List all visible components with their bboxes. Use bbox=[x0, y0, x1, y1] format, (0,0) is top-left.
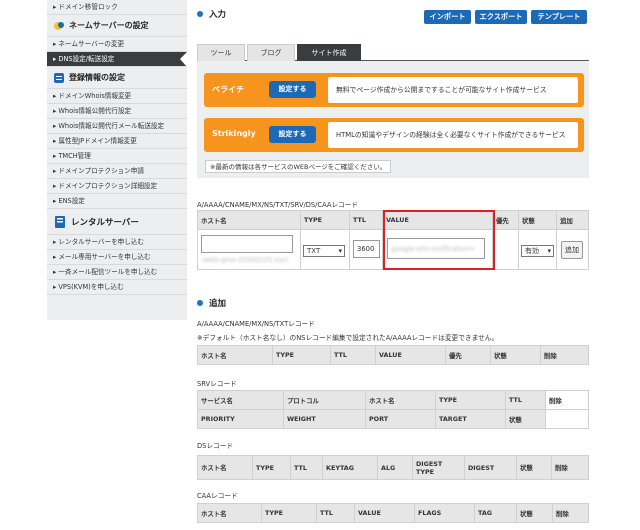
a-col: 削除 bbox=[540, 345, 589, 365]
sidebar-item-dns-settings[interactable]: ▸ DNS設定/転送設定 bbox=[47, 52, 187, 67]
sidebar-item-vps[interactable]: ▸ VPS(KVM)を申し込む bbox=[47, 280, 187, 295]
a-col: TYPE bbox=[272, 345, 331, 365]
sidebar-item-nameserver-change[interactable]: ▸ ネームサーバーの変更 bbox=[47, 37, 187, 52]
template-button[interactable]: テンプレート bbox=[531, 10, 587, 24]
add-section-title: 追加 bbox=[197, 297, 226, 309]
ttl-input[interactable]: 3600 bbox=[353, 240, 380, 258]
sidebar: ▸ ドメイン移管ロック ネームサーバーの設定 ▸ ネームサーバーの変更 ▸ DN… bbox=[47, 0, 187, 320]
a-record-table: ホスト名 TYPE TTL VALUE 優先 状態 削除 bbox=[197, 345, 589, 365]
service-card-strikingly: Strikingly 設定する HTMLの知識やデザインの経験は全く必要なくサイ… bbox=[204, 118, 584, 152]
srv-col: サービス名 bbox=[197, 390, 284, 410]
server-icon bbox=[53, 215, 67, 229]
caa-col: VALUE bbox=[354, 503, 415, 523]
ds-col: 削除 bbox=[551, 455, 589, 480]
caa-col: 削除 bbox=[552, 503, 589, 523]
ds-col: KEYTAG bbox=[322, 455, 378, 480]
ds-caption: DSレコード bbox=[197, 442, 234, 450]
col-ttl: TTL bbox=[349, 210, 383, 230]
srv-col: TTL bbox=[505, 390, 546, 410]
peraichi-setup-button[interactable]: 設定する bbox=[269, 81, 316, 98]
srv-col: 削除 bbox=[545, 390, 589, 410]
caa-col: TAG bbox=[474, 503, 517, 523]
caa-col: FLAGS bbox=[414, 503, 475, 523]
caa-col: TYPE bbox=[261, 503, 317, 523]
sidebar-item-ens[interactable]: ▸ ENS設定 bbox=[47, 194, 187, 209]
srv-table: サービス名 プロトコル ホスト名 TYPE TTL 削除 PRIORITY WE… bbox=[197, 390, 589, 429]
record-form-caption: A/AAAA/CNAME/MX/NS/TXT/SRV/DS/CAAレコード bbox=[197, 201, 359, 209]
type-select[interactable]: TXT bbox=[303, 245, 345, 257]
col-hostname: ホスト名 bbox=[197, 210, 301, 230]
bullet-icon bbox=[197, 11, 203, 17]
srv-col: プロトコル bbox=[283, 390, 366, 410]
sidebar-item-mail-server[interactable]: ▸ メール専用サーバーを申し込む bbox=[47, 250, 187, 265]
a-col: VALUE bbox=[375, 345, 446, 365]
a-record-note: ※デフォルト（ホスト名なし）のNSレコード編集で設定されたA/AAAAレコードは… bbox=[197, 334, 499, 342]
sidebar-section-rental: レンタルサーバー bbox=[47, 209, 187, 235]
srv-col: ホスト名 bbox=[365, 390, 436, 410]
caa-col: 状態 bbox=[516, 503, 553, 523]
sidebar-item-whois-proxy[interactable]: ▸ Whois情報公開代行設定 bbox=[47, 104, 187, 119]
ds-col: TTL bbox=[290, 455, 323, 480]
srv-caption: SRVレコード bbox=[197, 380, 237, 388]
sidebar-item-tmch[interactable]: ▸ TMCH管理 bbox=[47, 149, 187, 164]
a-record-caption: A/AAAA/CNAME/MX/NS/TXTレコード bbox=[197, 320, 315, 328]
tab-site-creation[interactable]: サイト作成 bbox=[297, 44, 361, 61]
caa-col: ホスト名 bbox=[197, 503, 262, 523]
input-section-title: 入力 bbox=[197, 8, 226, 20]
caa-caption: CAAレコード bbox=[197, 492, 238, 500]
sidebar-item-whois-change[interactable]: ▸ ドメインWhois情報変更 bbox=[47, 89, 187, 104]
a-col: 優先 bbox=[445, 345, 491, 365]
bullet-icon bbox=[197, 300, 203, 306]
sidebar-item-protection-detail[interactable]: ▸ ドメインプロテクション詳細設定 bbox=[47, 179, 187, 194]
service-card-peraichi: ペライチ 設定する 無料でページ作成から公開まですることが可能なサイト作成サービ… bbox=[204, 73, 584, 107]
col-priority: 優先 bbox=[492, 210, 519, 230]
col-type: TYPE bbox=[300, 210, 350, 230]
highlight-box bbox=[383, 210, 495, 270]
ds-col: ホスト名 bbox=[197, 455, 253, 480]
a-col: 状態 bbox=[490, 345, 541, 365]
add-record-button[interactable]: 追加 bbox=[561, 241, 583, 259]
srv-col: WEIGHT bbox=[283, 409, 366, 429]
ds-col: DIGEST bbox=[464, 455, 517, 480]
ds-col: 状態 bbox=[516, 455, 552, 480]
sidebar-item-domain-lock[interactable]: ▸ ドメイン移管ロック bbox=[47, 0, 187, 15]
caa-table: ホスト名 TYPE TTL VALUE FLAGS TAG 状態 削除 bbox=[197, 503, 589, 523]
registration-icon bbox=[53, 72, 65, 84]
caa-col: TTL bbox=[316, 503, 355, 523]
import-button[interactable]: インポート bbox=[424, 10, 471, 24]
tab-bar: ツール ブログ サイト作成 bbox=[197, 44, 589, 61]
tab-blog[interactable]: ブログ bbox=[247, 44, 295, 61]
sidebar-item-mail-tool[interactable]: ▸ 一斉メール配信ツールを申し込む bbox=[47, 265, 187, 280]
sidebar-item-rental-server[interactable]: ▸ レンタルサーバーを申し込む bbox=[47, 235, 187, 250]
strikingly-setup-button[interactable]: 設定する bbox=[269, 126, 316, 143]
col-add: 追加 bbox=[556, 210, 589, 230]
col-status: 状態 bbox=[518, 210, 557, 230]
a-col: TTL bbox=[330, 345, 376, 365]
hostname-input[interactable] bbox=[201, 235, 293, 253]
hostname-hint: (web-gmo-20200225.xyz) bbox=[202, 256, 289, 264]
tab-tools[interactable]: ツール bbox=[197, 44, 245, 61]
service-note: ※最新の情報は各サービスのWEBページをご確認ください。 bbox=[205, 160, 392, 173]
srv-col: PORT bbox=[365, 409, 436, 429]
srv-col: PRIORITY bbox=[197, 409, 284, 429]
site-creation-panel: ペライチ 設定する 無料でページ作成から公開まですることが可能なサイト作成サービ… bbox=[197, 61, 589, 178]
ds-table: ホスト名 TYPE TTL KEYTAG ALG DIGEST TYPE DIG… bbox=[197, 455, 589, 480]
srv-col: TYPE bbox=[435, 390, 506, 410]
sidebar-section-registration: 登録情報の設定 bbox=[47, 67, 187, 89]
ds-col: ALG bbox=[377, 455, 413, 480]
export-button[interactable]: エクスポート bbox=[475, 10, 527, 24]
sidebar-item-protection-apply[interactable]: ▸ ドメインプロテクション申請 bbox=[47, 164, 187, 179]
srv-col: TARGET bbox=[435, 409, 506, 429]
nameserver-icon bbox=[53, 20, 65, 32]
srv-col: 状態 bbox=[505, 409, 546, 429]
ds-col: DIGEST TYPE bbox=[412, 455, 465, 480]
sidebar-section-nameserver: ネームサーバーの設定 bbox=[47, 15, 187, 37]
sidebar-item-whois-mail-forward[interactable]: ▸ Whois情報公開代行メール転送設定 bbox=[47, 119, 187, 134]
ds-col: TYPE bbox=[252, 455, 291, 480]
a-col: ホスト名 bbox=[197, 345, 273, 365]
sidebar-item-jp-domain[interactable]: ▸ 属性型JPドメイン情報変更 bbox=[47, 134, 187, 149]
status-select[interactable]: 有効 bbox=[521, 245, 554, 257]
